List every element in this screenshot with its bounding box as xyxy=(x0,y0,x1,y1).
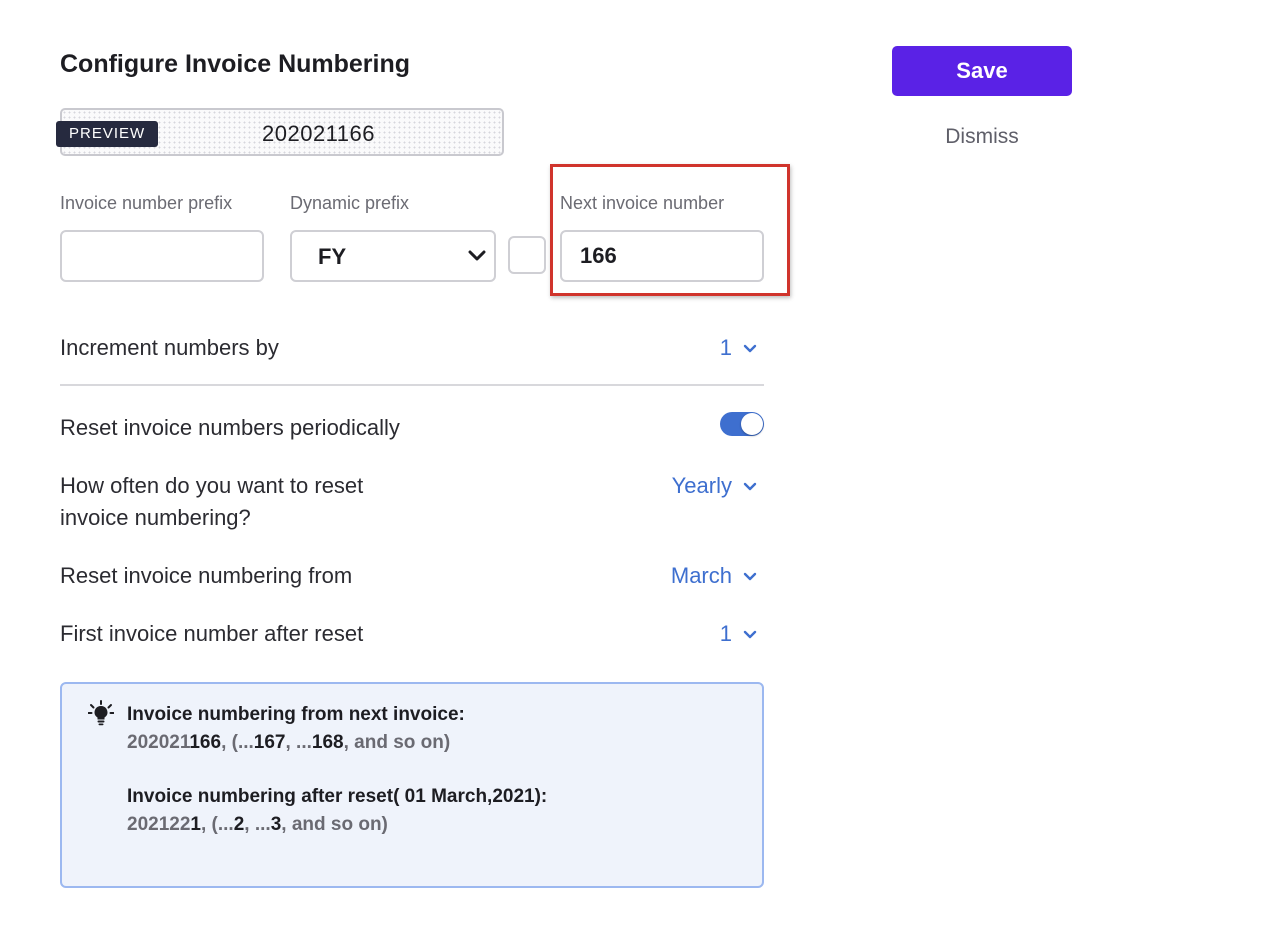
preview-value: 202021166 xyxy=(262,121,375,146)
divider xyxy=(60,384,764,386)
dismiss-button[interactable]: Dismiss xyxy=(892,125,1072,149)
prefix-label: Invoice number prefix xyxy=(60,193,233,213)
reset-frequency-value: Yearly xyxy=(671,473,732,498)
chevron-down-icon xyxy=(743,482,757,491)
dynamic-prefix-label: Dynamic prefix xyxy=(290,193,410,213)
toggle-knob xyxy=(741,413,763,435)
preview-badge: PREVIEW xyxy=(56,121,159,147)
chevron-down-icon xyxy=(743,344,757,353)
reset-from-value: March xyxy=(670,563,732,588)
highlight-box xyxy=(550,164,790,296)
info-reset-sequence: 2021221, (...2, ...3, and so on) xyxy=(127,814,388,835)
reset-periodically-toggle[interactable] xyxy=(720,412,764,436)
info-next-heading: Invoice numbering from next invoice: xyxy=(127,704,465,725)
reset-from-label: Reset invoice numbering from xyxy=(60,563,353,588)
chevron-down-icon xyxy=(743,630,757,639)
first-after-reset-dropdown[interactable]: 1 xyxy=(700,618,764,650)
reset-periodically-label: Reset invoice numbers periodically xyxy=(60,415,400,440)
increment-value: 1 xyxy=(719,335,732,360)
page-title: Configure Invoice Numbering xyxy=(60,50,411,78)
prefix-input[interactable] xyxy=(60,230,264,282)
first-after-reset-value: 1 xyxy=(719,621,732,646)
first-after-reset-label: First invoice number after reset xyxy=(60,621,364,646)
info-next-sequence: 202021166, (...167, ...168, and so on) xyxy=(127,732,451,753)
increment-label: Increment numbers by xyxy=(60,335,279,360)
chevron-down-icon xyxy=(743,572,757,581)
reset-frequency-label-line2: invoice numbering? xyxy=(60,505,251,530)
chevron-down-icon xyxy=(468,250,486,261)
reset-from-dropdown[interactable]: March xyxy=(640,560,764,592)
lightbulb-icon xyxy=(88,700,114,726)
dynamic-prefix-value: FY xyxy=(318,244,347,269)
dynamic-prefix-checkbox[interactable] xyxy=(508,236,546,274)
save-button[interactable]: Save xyxy=(892,46,1072,96)
increment-dropdown[interactable]: 1 xyxy=(700,332,764,364)
info-reset-heading: Invoice numbering after reset( 01 March,… xyxy=(127,786,548,807)
reset-frequency-dropdown[interactable]: Yearly xyxy=(640,470,764,502)
reset-frequency-label-line1: How often do you want to reset xyxy=(60,473,364,498)
